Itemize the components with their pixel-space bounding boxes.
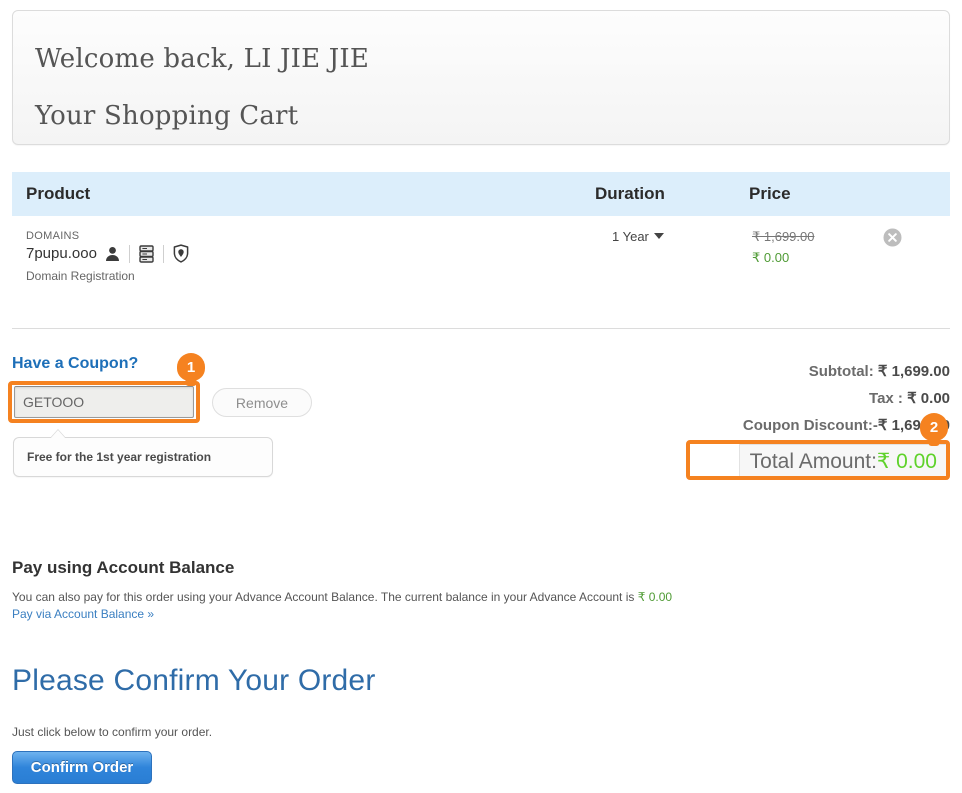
account-balance-value: ₹ 0.00 bbox=[638, 590, 672, 604]
remove-coupon-button[interactable]: Remove bbox=[212, 388, 312, 417]
product-name-row: 7pupu.ooo bbox=[26, 244, 189, 263]
order-totals: Subtotal: ₹ 1,699.00 Tax : ₹ 0.00 Coupon… bbox=[490, 362, 950, 443]
account-balance-heading: Pay using Account Balance bbox=[12, 558, 234, 578]
discount-label: Coupon Discount:- bbox=[743, 417, 878, 434]
account-balance-description: You can also pay for this order using yo… bbox=[12, 590, 672, 604]
tooltip-text: Free for the 1st year registration bbox=[27, 450, 211, 464]
confirm-order-button[interactable]: Confirm Order bbox=[12, 751, 152, 784]
subtotal-row: Subtotal: ₹ 1,699.00 bbox=[490, 362, 950, 380]
table-row: DOMAINS 7pupu.ooo bbox=[12, 222, 950, 306]
close-circle-icon[interactable] bbox=[883, 228, 902, 247]
total-amount-value: ₹ 0.00 bbox=[877, 450, 937, 473]
welcome-greeting: Welcome back, LI JIE JIE bbox=[35, 44, 369, 74]
shield-icon[interactable] bbox=[173, 244, 189, 263]
column-header-duration: Duration bbox=[595, 184, 665, 204]
icon-divider bbox=[129, 245, 130, 263]
total-amount-row: Total Amount:₹ 0.00 bbox=[739, 444, 948, 480]
duration-dropdown[interactable]: 1 Year bbox=[612, 229, 664, 244]
tooltip-arrow-inner-icon bbox=[50, 430, 66, 439]
confirm-order-subtitle: Just click below to confirm your order. bbox=[12, 725, 212, 739]
page-title: Your Shopping Cart bbox=[35, 101, 298, 131]
tax-row: Tax : ₹ 0.00 bbox=[490, 389, 950, 407]
subtotal-label: Subtotal: bbox=[809, 363, 874, 380]
price-original: ₹ 1,699.00 bbox=[752, 229, 815, 245]
column-header-product: Product bbox=[26, 184, 90, 204]
subtotal-value: ₹ 1,699.00 bbox=[878, 363, 950, 380]
product-category: DOMAINS bbox=[26, 230, 79, 242]
tax-label: Tax : bbox=[869, 390, 903, 407]
discount-row: Coupon Discount:-₹ 1,699.00 bbox=[490, 416, 950, 434]
account-balance-text: You can also pay for this order using yo… bbox=[12, 590, 638, 604]
coupon-tooltip: Free for the 1st year registration bbox=[13, 437, 273, 477]
column-header-price: Price bbox=[749, 184, 791, 204]
price-current: ₹ 0.00 bbox=[752, 250, 789, 266]
coupon-input[interactable] bbox=[14, 386, 194, 418]
section-divider bbox=[12, 328, 950, 329]
shopping-cart-page: Welcome back, LI JIE JIE Your Shopping C… bbox=[0, 0, 962, 793]
confirm-order-heading: Please Confirm Your Order bbox=[12, 664, 376, 698]
welcome-panel: Welcome back, LI JIE JIE Your Shopping C… bbox=[12, 10, 950, 145]
product-name: 7pupu.ooo bbox=[26, 245, 97, 262]
chevron-down-icon bbox=[654, 233, 664, 239]
coupon-heading: Have a Coupon? bbox=[12, 355, 138, 373]
server-icon[interactable] bbox=[139, 245, 154, 263]
cart-table-header: Product Duration Price bbox=[12, 172, 950, 216]
total-amount-label: Total Amount: bbox=[750, 450, 877, 473]
annotation-badge-1: 1 bbox=[177, 353, 205, 381]
annotation-badge-2: 2 bbox=[920, 413, 948, 441]
contact-person-icon[interactable] bbox=[105, 246, 120, 262]
tax-value: ₹ 0.00 bbox=[907, 390, 950, 407]
pay-via-account-balance-link[interactable]: Pay via Account Balance » bbox=[12, 607, 154, 621]
duration-value: 1 Year bbox=[612, 229, 649, 244]
product-description: Domain Registration bbox=[26, 269, 135, 283]
icon-divider bbox=[163, 245, 164, 263]
